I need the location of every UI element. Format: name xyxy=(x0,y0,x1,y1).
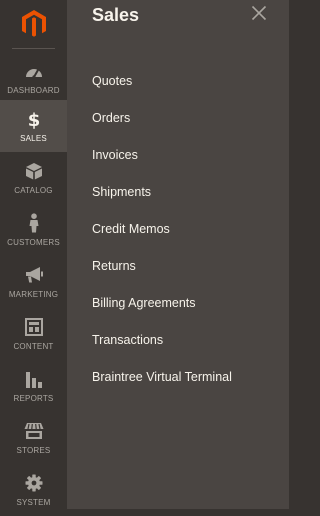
menu-item-credit-memos[interactable]: Credit Memos xyxy=(92,220,232,257)
bar-chart-icon xyxy=(24,369,44,389)
admin-sidebar: Dashboard $ Sales Catalog xyxy=(0,0,67,509)
magento-logo-icon xyxy=(21,10,46,37)
nav-item-catalog[interactable]: Catalog xyxy=(0,152,67,204)
menu-item-invoices[interactable]: Invoices xyxy=(92,146,232,183)
magento-logo[interactable] xyxy=(0,0,67,48)
nav-item-reports[interactable]: Reports xyxy=(0,360,67,412)
nav-item-marketing[interactable]: Marketing xyxy=(0,256,67,308)
nav-item-stores[interactable]: Stores xyxy=(0,412,67,464)
catalog-box-icon xyxy=(24,161,44,181)
menu-item-orders[interactable]: Orders xyxy=(92,109,232,146)
logo-divider xyxy=(12,48,55,49)
menu-item-billing-agreements[interactable]: Billing Agreements xyxy=(92,294,232,331)
sales-submenu: Quotes Orders Invoices Shipments Credit … xyxy=(92,72,232,405)
customer-person-icon xyxy=(24,212,44,233)
gear-icon xyxy=(24,473,44,493)
menu-item-braintree-virtual-terminal[interactable]: Braintree Virtual Terminal xyxy=(92,368,232,405)
nav-label-dashboard: Dashboard xyxy=(7,85,60,95)
svg-text:$: $ xyxy=(27,110,40,129)
nav-item-customers[interactable]: Customers xyxy=(0,204,67,256)
dollar-icon: $ xyxy=(24,109,44,129)
menu-item-transactions[interactable]: Transactions xyxy=(92,331,232,368)
admin-shell: Dashboard $ Sales Catalog xyxy=(0,0,289,509)
nav-item-content[interactable]: Content xyxy=(0,308,67,360)
close-icon xyxy=(251,5,267,21)
content-layout-icon xyxy=(24,317,44,337)
close-button[interactable] xyxy=(249,4,269,22)
menu-item-shipments[interactable]: Shipments xyxy=(92,183,232,220)
nav-label-customers: Customers xyxy=(7,237,60,247)
nav-label-catalog: Catalog xyxy=(14,185,53,195)
megaphone-icon xyxy=(24,265,44,285)
storefront-icon xyxy=(24,421,44,441)
nav-label-stores: Stores xyxy=(16,445,51,455)
nav-item-system[interactable]: System xyxy=(0,464,67,516)
sales-flyout-panel: Sales Quotes Orders Invoices Shipments C… xyxy=(67,0,289,509)
nav-item-dashboard[interactable]: Dashboard xyxy=(0,52,67,104)
nav-label-system: System xyxy=(16,497,51,507)
menu-item-returns[interactable]: Returns xyxy=(92,257,232,294)
nav-label-reports: Reports xyxy=(13,393,54,403)
nav-label-content: Content xyxy=(13,341,54,351)
nav-label-sales: Sales xyxy=(20,133,47,143)
panel-title: Sales xyxy=(92,5,140,25)
nav-item-sales[interactable]: $ Sales xyxy=(0,100,67,152)
nav-label-marketing: Marketing xyxy=(8,289,59,299)
menu-item-quotes[interactable]: Quotes xyxy=(92,72,232,109)
dashboard-icon xyxy=(24,61,44,81)
